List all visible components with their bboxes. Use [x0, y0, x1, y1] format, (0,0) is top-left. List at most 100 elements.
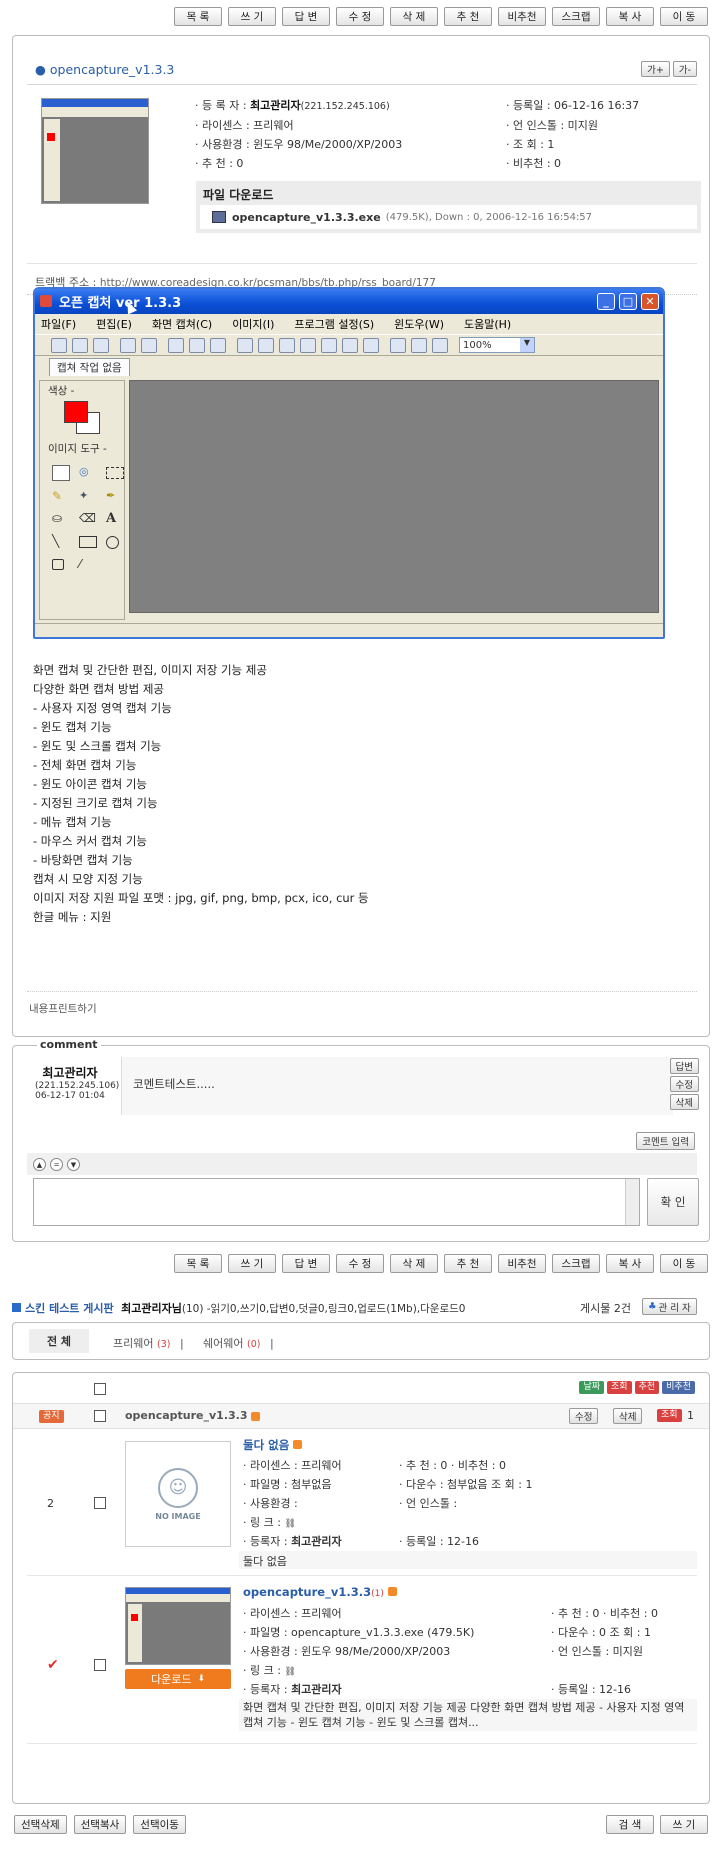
font-decrease-button[interactable]: 가- — [672, 61, 697, 77]
eraser-tool-icon[interactable]: ⌫ — [79, 511, 97, 526]
save-icon[interactable] — [93, 337, 109, 353]
paste-icon[interactable] — [210, 337, 226, 353]
roundrect-tool-icon[interactable] — [52, 559, 64, 570]
canvas-area[interactable] — [129, 380, 659, 613]
file-link[interactable]: opencapture_v1.3.3.exe — [232, 211, 381, 224]
reply-button[interactable]: 답 변 — [282, 1254, 330, 1273]
comment-input-button[interactable]: 코멘트 입력 — [636, 1132, 695, 1150]
sort-recommend[interactable]: 추천 — [634, 1381, 660, 1394]
download-button[interactable]: 다운로드 ⬇ — [125, 1669, 231, 1689]
pencil-tool-icon[interactable]: ✎ — [52, 489, 70, 503]
list-button[interactable]: 목 록 — [174, 7, 222, 26]
write-button[interactable]: 쓰 기 — [228, 7, 276, 26]
menu-image[interactable]: 이미지(I) — [232, 316, 274, 332]
menu-window[interactable]: 윈도우(W) — [394, 316, 444, 332]
ellipse-tool-icon[interactable] — [106, 536, 119, 549]
copy-button[interactable]: 복 사 — [606, 7, 654, 26]
comment-submit-button[interactable]: 확 인 — [647, 1178, 699, 1226]
select-all-checkbox[interactable] — [94, 1383, 106, 1395]
picker-tool-icon[interactable]: ✒ — [106, 489, 124, 503]
capture-scroll-icon[interactable] — [279, 337, 295, 353]
comment-reply-button[interactable]: 답변 — [669, 1058, 699, 1074]
item-checkbox[interactable] — [94, 1659, 106, 1671]
capture-size-icon[interactable] — [342, 337, 358, 353]
text-tool-icon[interactable]: A — [106, 511, 124, 526]
search-button[interactable]: 검 색 — [606, 1815, 654, 1834]
contrast-icon[interactable] — [432, 337, 448, 353]
post-thumbnail[interactable] — [41, 98, 149, 204]
sort-views[interactable]: 조회 — [607, 1381, 632, 1394]
write-button[interactable]: 쓰 기 — [228, 1254, 276, 1273]
capture-region-icon[interactable] — [237, 337, 253, 353]
select-tool-icon[interactable] — [106, 467, 124, 479]
expand-up-icon[interactable]: ▲ — [33, 1157, 46, 1171]
capture-full-icon[interactable] — [300, 337, 316, 353]
scrap-button[interactable]: 스크랩 — [552, 7, 600, 26]
move-button[interactable]: 이 동 — [660, 7, 708, 26]
minimize-icon[interactable]: _ — [597, 293, 615, 310]
recommend-button[interactable]: 추 천 — [444, 1254, 492, 1273]
redo-icon[interactable] — [141, 337, 157, 353]
item-title-2[interactable]: opencapture_v1.3.3(1) — [243, 1585, 397, 1599]
copy-icon[interactable] — [189, 337, 205, 353]
sort-nonrecommend[interactable]: 비추천 — [662, 1381, 695, 1394]
bulk-move-button[interactable]: 선택이동 — [133, 1815, 186, 1834]
reset-size-icon[interactable]: = — [50, 1157, 63, 1171]
no-image-thumbnail[interactable]: ☺ NO IMAGE — [125, 1441, 231, 1547]
bulk-delete-button[interactable]: 선택삭제 — [14, 1815, 67, 1834]
font-increase-button[interactable]: 가+ — [641, 61, 670, 77]
nonrecommend-button[interactable]: 비추천 — [498, 1254, 546, 1273]
bulk-copy-button[interactable]: 선택복사 — [73, 1815, 127, 1834]
copy-button[interactable]: 복 사 — [606, 1254, 654, 1273]
item-title-1[interactable]: 둘다 없음 — [243, 1437, 303, 1453]
scrollbar[interactable] — [625, 1179, 639, 1225]
line-tool-icon[interactable]: ╲ — [52, 534, 70, 549]
reply-button[interactable]: 답 변 — [282, 7, 330, 26]
undo-icon[interactable] — [120, 337, 136, 353]
new-icon[interactable] — [51, 337, 67, 353]
fill-tool-icon[interactable]: ⛀ — [52, 511, 70, 526]
maximize-icon[interactable]: □ — [619, 293, 637, 310]
zoom-tool-icon[interactable]: ◎ — [79, 465, 97, 481]
comment-delete-button[interactable]: 삭제 — [669, 1094, 699, 1110]
category-all[interactable]: 전 체 — [29, 1329, 89, 1353]
nonrecommend-button[interactable]: 비추천 — [498, 7, 546, 26]
tab-capture[interactable]: 캡쳐 작업 없음 — [49, 358, 130, 376]
capture-menu-icon[interactable] — [363, 337, 379, 353]
cut-icon[interactable] — [168, 337, 184, 353]
notice-checkbox[interactable] — [94, 1410, 106, 1422]
fg-color-swatch[interactable] — [64, 401, 88, 423]
board-name[interactable]: 스킨 테스트 게시판 — [25, 1302, 114, 1315]
print-link[interactable]: 내용프린트하기 — [29, 1001, 97, 1016]
item-thumbnail[interactable] — [125, 1587, 231, 1665]
notice-title[interactable]: opencapture_v1.3.3 — [125, 1409, 248, 1422]
admin-button[interactable]: ♣ 관 리 자 — [642, 1298, 697, 1315]
menu-help[interactable]: 도움말(H) — [464, 316, 511, 332]
open-icon[interactable] — [72, 337, 88, 353]
dropper-tool-icon[interactable]: ⁄ — [79, 557, 97, 571]
comment-textarea[interactable] — [33, 1178, 640, 1226]
menu-edit[interactable]: 편집(E) — [96, 316, 132, 332]
scrap-button[interactable]: 스크랩 — [552, 1254, 600, 1273]
close-icon[interactable]: ✕ — [641, 293, 659, 310]
notice-delete-button[interactable]: 삭제 — [613, 1408, 643, 1424]
move-button[interactable]: 이 동 — [660, 1254, 708, 1273]
rect-tool-icon[interactable] — [79, 536, 97, 548]
recommend-button[interactable]: 추 천 — [444, 7, 492, 26]
category-freeware[interactable]: 프리웨어 (3) | — [113, 1335, 184, 1351]
comment-edit-button[interactable]: 수정 — [669, 1076, 699, 1092]
capture-window-icon[interactable] — [258, 337, 274, 353]
brush-tool-icon[interactable]: ✦ — [79, 489, 97, 503]
menu-settings[interactable]: 프로그램 설정(S) — [294, 316, 374, 332]
gradient-icon[interactable] — [411, 337, 427, 353]
menu-capture[interactable]: 화면 캡쳐(C) — [152, 316, 212, 332]
expand-down-icon[interactable]: ▼ — [67, 1157, 80, 1171]
category-shareware[interactable]: 쉐어웨어 (0) | — [203, 1335, 274, 1351]
edit-button[interactable]: 수 정 — [336, 7, 384, 26]
zoom-select[interactable]: 100% ▼ — [459, 337, 535, 353]
menu-file[interactable]: 파일(F) — [41, 316, 76, 332]
hand-tool-icon[interactable] — [52, 465, 70, 481]
capture-icon-icon[interactable] — [321, 337, 337, 353]
filter-icon[interactable] — [390, 337, 406, 353]
edit-button[interactable]: 수 정 — [336, 1254, 384, 1273]
